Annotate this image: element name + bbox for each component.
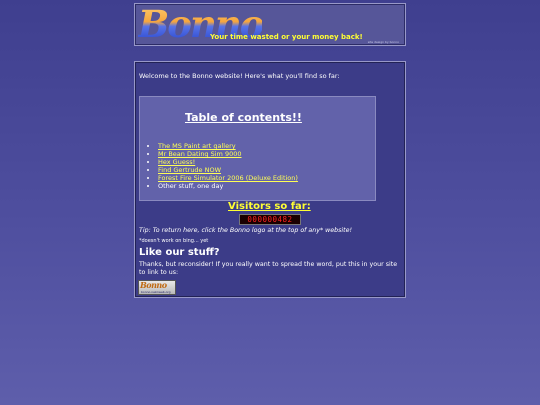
link-find-gertrude[interactable]: Find Gertrude NOW <box>158 166 221 174</box>
list-item: Hex Guess! <box>158 158 298 166</box>
link-mr-bean-dating-sim[interactable]: Mr Bean Dating Sim 9000 <box>158 150 242 158</box>
list-item: Other stuff, one day <box>158 182 298 190</box>
list-item: Find Gertrude NOW <box>158 166 298 174</box>
toc-title: Table of contents!! <box>185 111 302 124</box>
link-forest-fire-simulator[interactable]: Forest Fire Simulator 2006 (Deluxe Editi… <box>158 174 298 182</box>
other-stuff-text: Other stuff, one day <box>158 182 224 191</box>
link-ms-paint-gallery[interactable]: The MS Paint art gallery <box>158 142 236 150</box>
tip-text: Tip: To return here, click the Bonno log… <box>139 227 353 234</box>
bonno-link-badge[interactable]: Bonno bonno.nekoweb.org <box>138 280 176 295</box>
table-of-contents: Table of contents!! The MS Paint art gal… <box>139 96 376 201</box>
list-item: Mr Bean Dating Sim 9000 <box>158 150 298 158</box>
list-item: Forest Fire Simulator 2006 (Deluxe Editi… <box>158 174 298 182</box>
link-hex-guess[interactable]: Hex Guess! <box>158 158 195 166</box>
visitor-counter: 000000482 <box>239 214 301 225</box>
tagline: Your time wasted or your money back! <box>210 33 363 41</box>
welcome-text: Welcome to the Bonno website! Here's wha… <box>139 72 340 80</box>
like-heading: Like our stuff? <box>139 247 220 258</box>
share-text: Thanks, but reconsider! If you really wa… <box>139 261 398 276</box>
main-panel: Welcome to the Bonno website! Here's wha… <box>134 61 406 298</box>
list-item: The MS Paint art gallery <box>158 142 298 150</box>
badge-logo: Bonno <box>140 280 167 290</box>
site-header: Bonno Your time wasted or your money bac… <box>134 3 406 46</box>
header-credit: site design by bonno <box>367 40 399 44</box>
badge-subtext: bonno.nekoweb.org <box>141 290 171 294</box>
toc-list: The MS Paint art gallery Mr Bean Dating … <box>145 142 298 191</box>
footnote-text: *doesn't work on bing... yet <box>139 238 209 244</box>
visitors-label: Visitors so far: <box>228 201 311 212</box>
